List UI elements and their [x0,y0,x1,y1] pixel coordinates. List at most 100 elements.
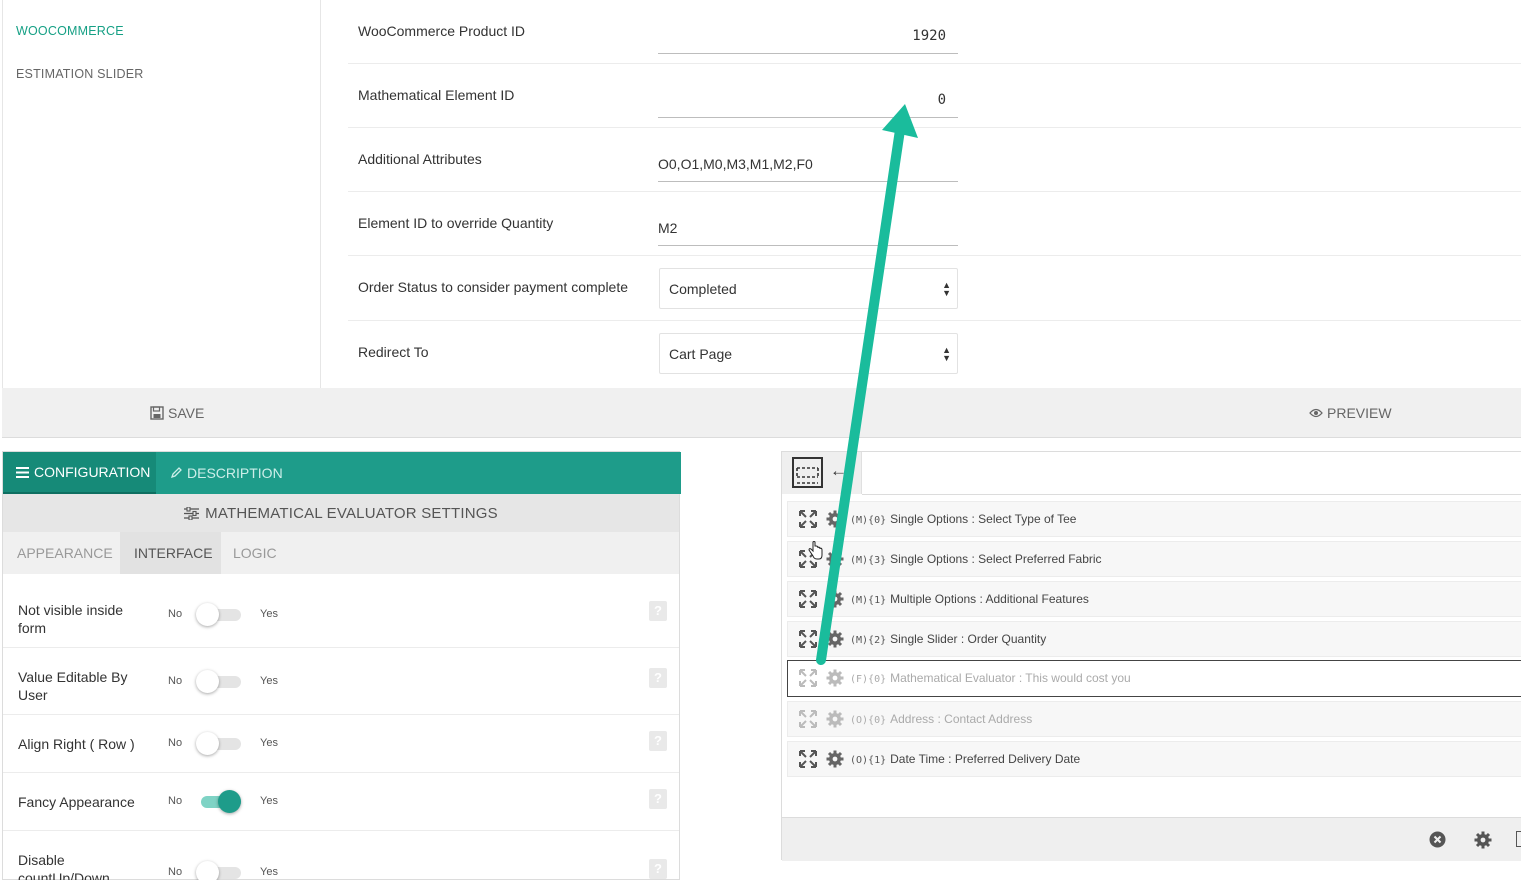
value-editable-toggle[interactable] [196,670,242,693]
form-elements-panel: ← (M){0} Single Options : Select Type of … [781,451,1521,861]
clipboard-icon[interactable] [1516,831,1521,847]
option-label: Fancy Appearance [18,794,135,810]
sidebar-item-woocommerce[interactable]: WOOCOMMERCE [16,24,124,38]
gear-icon[interactable] [826,630,844,648]
save-button[interactable]: SAVE [150,405,204,421]
help-icon[interactable]: ? [649,601,667,621]
gear-icon[interactable] [826,590,844,608]
option-label: Disable countUp/Down [18,852,110,880]
preview-button[interactable]: PREVIEW [1309,405,1392,421]
form-row-product-id: WooCommerce Product ID [348,0,1521,64]
option-row-align-right: Align Right ( Row ) No Yes ? [3,715,679,773]
form-row-order-status: Order Status to consider payment complet… [348,256,1521,321]
help-icon[interactable]: ? [649,859,667,879]
expand-icon[interactable] [799,630,817,648]
settings-title: MATHEMATICAL EVALUATOR SETTINGS [3,494,679,532]
option-label: Not visible inside form [18,602,124,636]
math-element-label: Mathematical Element ID [358,87,515,103]
tab-description-label: DESCRIPTION [187,465,283,481]
hand-cursor-icon [808,541,823,560]
config-subtabs: APPEARANCE INTERFACE LOGIC [3,532,679,574]
gear-icon[interactable] [826,550,844,568]
preview-label: PREVIEW [1327,405,1392,421]
element-label: (M){2} Single Slider : Order Quantity [850,632,1047,646]
toggle-no-label: No [168,866,183,878]
product-id-label: WooCommerce Product ID [358,23,526,39]
toggle-no-label: No [168,737,183,749]
attributes-input[interactable] [658,146,958,182]
expand-icon[interactable] [799,750,817,768]
expand-icon[interactable] [799,590,817,608]
not-visible-toggle[interactable] [196,603,242,626]
form-row-qty-override: Element ID to override Quantity [348,192,1521,256]
tab-configuration-label: CONFIGURATION [34,464,151,480]
form-row-math-element: Mathematical Element ID [348,64,1521,128]
tab-configuration[interactable]: CONFIGURATION [3,452,156,494]
close-circle-icon[interactable] [1429,831,1446,848]
help-icon[interactable]: ? [649,731,667,751]
tab-appearance[interactable]: APPEARANCE [17,532,113,574]
redirect-label: Redirect To [358,344,429,360]
gear-icon[interactable] [826,669,844,687]
toggle-yes-label: Yes [260,675,278,687]
element-label: (O){0} Address : Contact Address [850,712,1033,726]
help-icon[interactable]: ? [649,668,667,688]
element-row[interactable]: (M){1} Multiple Options : Additional Feat… [787,581,1521,617]
gear-icon[interactable] [1474,831,1492,849]
help-icon[interactable]: ? [649,789,667,809]
order-status-label: Order Status to consider payment complet… [358,279,629,295]
element-row[interactable]: (M){3} Single Options : Select Preferred … [787,541,1521,577]
toggle-yes-label: Yes [260,866,278,878]
save-label: SAVE [168,405,205,421]
action-bar: SAVE PREVIEW [2,388,1521,438]
toggle-yes-label: Yes [260,737,278,749]
gear-icon[interactable] [826,750,844,768]
element-label: (F){0} Mathematical Evaluator : This woul… [850,671,1131,685]
toolbar-divider [862,494,1521,495]
option-label: Value Editable By User [18,669,128,703]
qty-override-input[interactable] [658,210,958,246]
expand-icon[interactable] [799,669,817,687]
sidebar-item-estimation-slider[interactable]: ESTIMATION SLIDER [16,67,144,81]
option-row-disable-count: Disable countUp/Down No Yes ? [3,831,679,880]
gear-icon[interactable] [826,510,844,528]
settings-sidebar: WOOCOMMERCE ESTIMATION SLIDER [2,0,321,388]
element-row[interactable]: (M){2} Single Slider : Order Quantity [787,621,1521,657]
order-status-select[interactable]: Completed ▲ ▼ [659,268,958,309]
list-icon [16,466,29,478]
toggle-yes-label: Yes [260,795,278,807]
element-label: (O){1} Date Time : Preferred Delivery Dat… [850,752,1081,766]
select-caret-icon: ▲ ▼ [942,345,951,363]
layout-grid-icon[interactable] [792,457,823,488]
toggle-no-label: No [168,608,183,620]
order-status-value: Completed [669,280,737,297]
tab-description[interactable]: DESCRIPTION [170,452,283,494]
expand-icon[interactable] [799,510,817,528]
disable-count-toggle[interactable] [196,861,242,880]
tab-logic[interactable]: LOGIC [233,532,277,574]
list-toolbar: ← [782,452,862,494]
form-row-attributes: Additional Attributes [348,128,1521,192]
math-element-input[interactable] [658,82,958,118]
gear-icon[interactable] [826,710,844,728]
option-row-fancy-appearance: Fancy Appearance No Yes ? [3,773,679,831]
settings-title-text: MATHEMATICAL EVALUATOR SETTINGS [205,504,498,522]
product-id-input[interactable] [658,18,958,54]
element-label: (M){3} Single Options : Select Preferred … [850,552,1102,566]
arrow-left-icon[interactable]: ← [830,461,847,481]
element-row[interactable]: (O){0} Address : Contact Address [787,701,1521,737]
expand-icon[interactable] [799,710,817,728]
eye-icon [1309,408,1323,418]
form-row-redirect: Redirect To Cart Page ▲ ▼ [348,321,1521,385]
element-row-selected[interactable]: (F){0} Mathematical Evaluator : This woul… [787,660,1521,697]
toggle-yes-label: Yes [260,608,278,620]
fancy-appearance-toggle[interactable] [196,790,242,813]
redirect-select[interactable]: Cart Page ▲ ▼ [659,333,958,374]
element-label: (M){0} Single Options : Select Type of Te… [850,512,1077,526]
element-row[interactable]: (O){1} Date Time : Preferred Delivery Dat… [787,741,1521,777]
align-right-toggle[interactable] [196,732,242,755]
tab-interface[interactable]: INTERFACE [120,532,221,574]
redirect-value: Cart Page [669,345,733,362]
element-row[interactable]: (M){0} Single Options : Select Type of Te… [787,501,1521,537]
woocommerce-settings-panel: WOOCOMMERCE ESTIMATION SLIDER WooCommerc… [2,0,1521,388]
